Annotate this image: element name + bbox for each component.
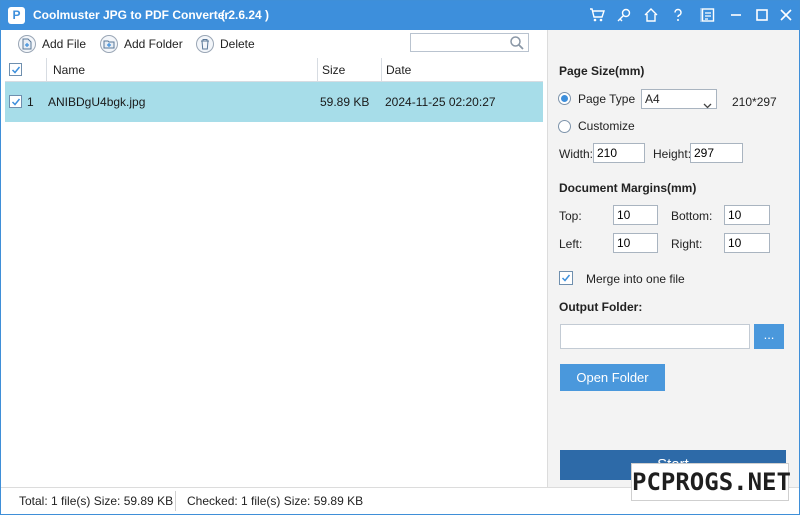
width-field[interactable] [593, 143, 645, 163]
page-type-selected: A4 [645, 92, 660, 106]
row-file-name: ANIBDgU4bgk.jpg [48, 95, 146, 109]
page-type-dimensions: 210*297 [732, 95, 777, 109]
app-window: P Coolmuster JPG to PDF Converter ( 2.6.… [0, 0, 800, 515]
merge-checkbox[interactable] [559, 271, 573, 285]
delete-button[interactable]: Delete [196, 34, 255, 54]
browse-button[interactable]: ... [754, 324, 784, 349]
top-margin-field[interactable] [613, 205, 658, 225]
key-icon[interactable] [613, 5, 635, 25]
open-folder-button[interactable]: Open Folder [560, 364, 665, 391]
add-file-label: Add File [42, 37, 87, 51]
page-type-select[interactable]: A4 [641, 89, 717, 109]
column-header-name[interactable]: Name [53, 58, 85, 82]
height-label: Height: [653, 147, 692, 161]
page-type-radio[interactable] [558, 92, 571, 105]
add-file-icon [18, 35, 36, 53]
home-icon[interactable] [640, 5, 662, 25]
cart-icon[interactable] [586, 5, 608, 25]
add-folder-icon [100, 35, 118, 53]
add-folder-label: Add Folder [124, 37, 183, 51]
search-box[interactable] [410, 33, 529, 52]
margins-title: Document Margins(mm) [559, 181, 697, 195]
row-file-size: 59.89 KB [320, 95, 370, 109]
status-total: Total: 1 file(s) Size: 59.89 KB [19, 494, 174, 508]
toolbar: Add File Add Folder Delete [1, 30, 547, 58]
row-file-date: 2024-11-25 02:20:27 [385, 95, 496, 109]
height-field[interactable] [690, 143, 743, 163]
trash-icon [196, 35, 214, 53]
right-margin-label: Right: [671, 237, 703, 251]
column-header-date[interactable]: Date [386, 58, 411, 82]
merge-label: Merge into one file [586, 272, 685, 286]
app-version: ( 2.6.24 ) [221, 8, 270, 22]
bottom-margin-label: Bottom: [671, 209, 713, 223]
maximize-icon[interactable] [751, 5, 773, 25]
top-margin-label: Top: [559, 209, 582, 223]
add-folder-button[interactable]: Add Folder [100, 34, 183, 54]
left-margin-label: Left: [559, 237, 583, 251]
left-margin-field[interactable] [613, 233, 658, 253]
chevron-down-icon [703, 96, 712, 114]
page-size-title: Page Size(mm) [559, 64, 645, 78]
app-logo: P [8, 7, 25, 24]
add-file-button[interactable]: Add File [18, 34, 86, 54]
column-header-size[interactable]: Size [322, 58, 345, 82]
feedback-icon[interactable] [697, 5, 719, 25]
row-checkbox[interactable] [9, 95, 22, 108]
app-title: Coolmuster JPG to PDF Converter [33, 8, 230, 22]
status-divider [175, 491, 176, 511]
customize-radio[interactable] [558, 120, 571, 133]
title-bar[interactable]: P Coolmuster JPG to PDF Converter ( 2.6.… [1, 1, 799, 30]
row-index: 1 [27, 95, 34, 109]
watermark: PCPROGS.NET [631, 463, 791, 501]
column-divider [381, 58, 382, 82]
customize-label: Customize [578, 119, 635, 133]
output-folder-field[interactable] [560, 324, 750, 349]
page-type-label: Page Type [578, 92, 636, 106]
settings-panel: Page Size(mm) Page Type A4 210*297 Custo… [547, 30, 799, 487]
file-table: Name Size Date 1 ANIBDgU4bgk.jpg 59.89 K… [5, 58, 543, 486]
close-icon[interactable] [775, 5, 797, 25]
column-divider [317, 58, 318, 82]
output-folder-title: Output Folder: [559, 300, 643, 314]
help-icon[interactable] [667, 5, 689, 25]
width-label: Width: [559, 147, 594, 161]
status-checked: Checked: 1 file(s) Size: 59.89 KB [187, 494, 364, 508]
delete-label: Delete [220, 37, 255, 51]
table-header: Name Size Date [5, 58, 543, 82]
table-row[interactable]: 1 ANIBDgU4bgk.jpg 59.89 KB 2024-11-25 02… [5, 82, 543, 122]
right-margin-field[interactable] [724, 233, 770, 253]
search-input[interactable] [411, 34, 507, 51]
bottom-margin-field[interactable] [724, 205, 770, 225]
search-icon[interactable] [509, 35, 525, 54]
select-all-checkbox[interactable] [9, 63, 22, 76]
check-icon [561, 274, 571, 282]
minimize-icon[interactable] [725, 5, 747, 25]
column-divider [46, 58, 47, 82]
